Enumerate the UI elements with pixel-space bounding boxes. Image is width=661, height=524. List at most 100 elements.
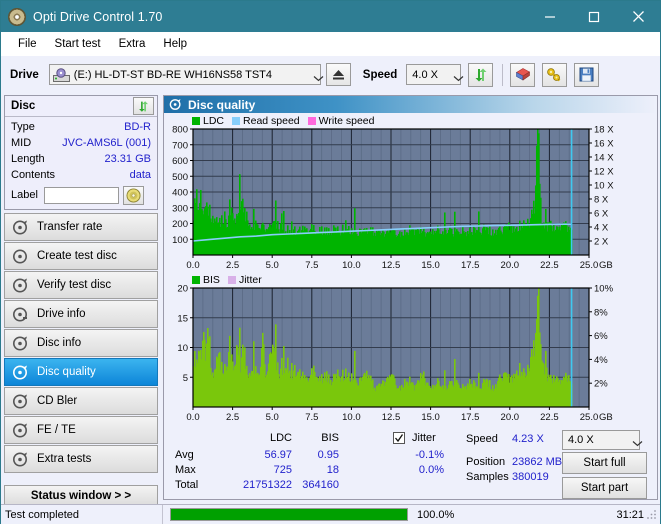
close-icon[interactable] xyxy=(616,1,660,32)
svg-text:700: 700 xyxy=(172,140,188,151)
speed-select-value: 4.0 X xyxy=(568,434,594,446)
sidebar-item-cd-bler[interactable]: CD Bler xyxy=(4,387,158,415)
drive-select[interactable]: (E:) HL-DT-ST BD-RE WH16NS58 TST4 xyxy=(48,64,324,85)
disc-icon xyxy=(8,7,26,26)
sidebar-item-label: Extra tests xyxy=(37,453,92,465)
bis-chart: BIS Jitter 5 10 15 20 2% 4% 6% 8% 10% 0.0 2.5 5.0 7.… xyxy=(164,272,659,430)
refresh-button[interactable] xyxy=(468,62,494,87)
key-button[interactable] xyxy=(542,62,568,87)
disc-row-type: Type BD-R xyxy=(5,119,157,135)
svg-text:6%: 6% xyxy=(594,331,608,342)
disc-quality-icon xyxy=(169,98,182,111)
legend-item-jitter: Jitter xyxy=(227,274,262,286)
svg-text:5.0: 5.0 xyxy=(266,412,279,423)
svg-text:5: 5 xyxy=(183,373,188,384)
disc-info-icon xyxy=(12,335,29,352)
disc-panel-title: Disc xyxy=(11,100,36,112)
results-position-value: 23862 MB xyxy=(512,456,563,468)
app-window: Opti Drive Control 1.70 File Start test … xyxy=(0,0,661,524)
maximize-icon[interactable] xyxy=(572,1,616,32)
legend-swatch-bis xyxy=(192,275,200,284)
sidebar-item-label: Disc info xyxy=(37,337,82,349)
svg-text:17.5: 17.5 xyxy=(461,412,480,423)
results-col-jitter: Jitter xyxy=(412,432,436,444)
disc-info-icon xyxy=(12,306,29,323)
disc-quality-icon xyxy=(12,364,29,381)
disc-length-value: 23.31 GB xyxy=(104,153,151,165)
legend-item-ldc: LDC xyxy=(192,115,224,127)
results-table: LDC BIS Jitter Avg 56.97 0.95 -0.1% Max … xyxy=(164,430,659,500)
results-row-max-label: Max xyxy=(175,464,196,476)
menu-item-help[interactable]: Help xyxy=(154,35,196,53)
menu-bar: File Start test Extra Help xyxy=(1,32,660,56)
save-button[interactable] xyxy=(574,62,600,87)
sidebar-item-disc-info[interactable]: Disc info xyxy=(4,329,158,357)
sidebar-item-verify-test-disc[interactable]: Verify test disc xyxy=(4,271,158,299)
start-full-label: Start full xyxy=(583,457,626,469)
results-row-avg-label: Avg xyxy=(175,449,194,461)
svg-text:15.0: 15.0 xyxy=(421,260,440,271)
svg-text:6 X: 6 X xyxy=(594,209,609,220)
menu-item-extra[interactable]: Extra xyxy=(110,35,155,53)
sidebar-item-drive-info[interactable]: Drive info xyxy=(4,300,158,328)
disc-panel-header: Disc xyxy=(5,96,157,117)
eject-button[interactable] xyxy=(325,63,351,86)
svg-text:4 X: 4 X xyxy=(594,223,609,234)
minimize-icon[interactable] xyxy=(528,1,572,32)
menu-item-file[interactable]: File xyxy=(9,35,46,53)
svg-text:10.0: 10.0 xyxy=(342,412,361,423)
progress-bar-fill xyxy=(171,509,407,520)
svg-text:7.5: 7.5 xyxy=(305,260,318,271)
jitter-checkbox[interactable] xyxy=(393,432,405,444)
start-part-button[interactable]: Start part xyxy=(562,477,647,499)
results-max-jitter: 0.0% xyxy=(418,464,444,476)
disc-label-button[interactable] xyxy=(122,185,144,205)
disc-test-icon xyxy=(12,451,29,468)
sidebar-item-fe-te[interactable]: FE / TE xyxy=(4,416,158,444)
sidebar-item-extra-tests[interactable]: Extra tests xyxy=(4,445,158,473)
bis-chart-legend: BIS Jitter xyxy=(192,273,270,286)
start-full-button[interactable]: Start full xyxy=(562,452,647,474)
toolbar: Drive (E:) HL-DT-ST BD-RE WH16NS58 TST4 … xyxy=(1,56,660,93)
disc-quality-panel: Disc quality LDC Read speed Write speed xyxy=(163,95,658,500)
svg-text:25.0: 25.0 xyxy=(580,260,599,271)
svg-text:4%: 4% xyxy=(594,355,608,366)
sidebar-item-create-test-disc[interactable]: Create test disc xyxy=(4,242,158,270)
disc-refresh-button[interactable] xyxy=(133,97,154,115)
eraser-button[interactable] xyxy=(510,62,536,87)
results-avg-jitter: -0.1% xyxy=(415,449,444,461)
svg-text:12 X: 12 X xyxy=(594,167,614,178)
disc-test-icon xyxy=(12,248,29,265)
status-window-button[interactable]: Status window > > xyxy=(4,485,158,506)
svg-text:20.0: 20.0 xyxy=(501,412,520,423)
disc-contents-value: data xyxy=(129,169,151,181)
svg-text:18 X: 18 X xyxy=(594,125,614,136)
svg-text:16 X: 16 X xyxy=(594,139,614,150)
speed-value: 4.0 X xyxy=(412,68,438,81)
window-title: Opti Drive Control 1.70 xyxy=(33,9,163,24)
svg-text:2%: 2% xyxy=(594,379,608,390)
progress-percent: 100.0% xyxy=(417,508,455,521)
sidebar-item-disc-quality[interactable]: Disc quality xyxy=(4,358,158,386)
results-max-bis: 18 xyxy=(326,464,339,476)
speed-select[interactable]: 4.0 X xyxy=(406,64,464,85)
disc-row-length: Length 23.31 GB xyxy=(5,151,157,167)
results-total-bis: 364160 xyxy=(302,479,339,491)
speed-select-secondary[interactable]: 4.0 X xyxy=(562,430,643,450)
title-bar: Opti Drive Control 1.70 xyxy=(1,1,660,32)
svg-text:300: 300 xyxy=(172,203,188,214)
panel-header: Disc quality xyxy=(164,96,657,113)
svg-text:12.5: 12.5 xyxy=(382,412,401,423)
svg-text:500: 500 xyxy=(172,172,188,183)
disc-label-input[interactable] xyxy=(43,186,119,204)
sidebar-item-transfer-rate[interactable]: Transfer rate xyxy=(4,213,158,241)
progress-bar xyxy=(170,508,408,521)
svg-text:0.0: 0.0 xyxy=(186,412,199,423)
disc-length-label: Length xyxy=(11,153,45,165)
svg-text:10.0: 10.0 xyxy=(342,260,361,271)
menu-item-start-test[interactable]: Start test xyxy=(46,35,110,53)
resize-grip-icon[interactable] xyxy=(646,508,658,523)
ldc-plot: 100 200 300 400 500 600 700 800 2 X 4 X 6 X 8 X 10 X… xyxy=(172,125,614,272)
svg-text:20.0: 20.0 xyxy=(501,260,520,271)
sidebar-item-label: Drive info xyxy=(37,308,86,320)
